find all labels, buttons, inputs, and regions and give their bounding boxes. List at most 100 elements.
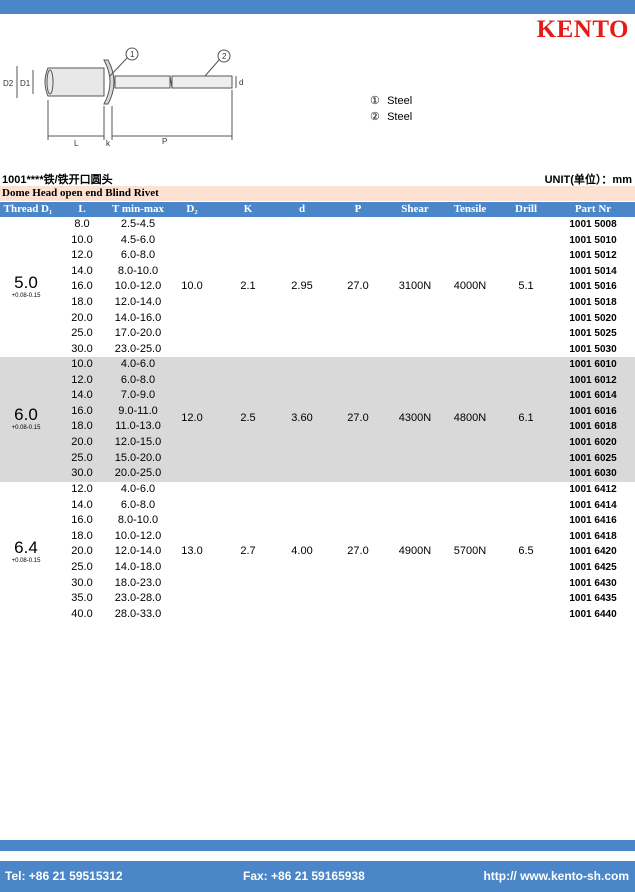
grip-range-cell: 11.0-13.0 (115, 420, 161, 433)
length-cell: 20.0 (71, 311, 93, 324)
grip-range-cell: 6.0-8.0 (120, 373, 156, 386)
grip-range-cell: 9.0-11.0 (118, 404, 158, 417)
length-cell: 20.0 (71, 545, 93, 558)
grip-range-cell: 12.0-14.0 (114, 545, 162, 558)
footer-fax: Fax: +86 21 59165938 (243, 869, 365, 883)
d-value: 4.00 (291, 545, 313, 558)
part-number-cell: 1001 5012 (569, 250, 617, 262)
part-number-cell: 1001 6420 (569, 546, 617, 558)
length-cell: 18.0 (71, 296, 93, 308)
table-row: 30.0 23.0-25.0 1001 5030 (0, 342, 635, 358)
kento-logo: KENTO (536, 16, 629, 43)
p-value: 27.0 (347, 545, 369, 558)
thread-tolerance: +0.08-0.15 (11, 425, 41, 432)
thread-diameter: 5.0 (14, 273, 38, 293)
length-cell: 16.0 (71, 404, 93, 417)
shear-value: 3100N (398, 280, 432, 293)
product-code-title: 1001****铁/铁开口圆头 (2, 174, 113, 186)
table-row: 12.0 6.0-8.0 1001 5012 (0, 248, 635, 264)
grip-range-cell: 6.0-8.0 (120, 498, 156, 511)
grip-range-cell: 4.0-6.0 (120, 483, 156, 495)
part-number-cell: 1001 5020 (569, 312, 617, 324)
header-tensile: Tensile (453, 203, 487, 215)
table-row: 8.0 2.5-4.5 1001 5008 (0, 217, 635, 233)
header-thread: Thread D₁ (3, 203, 53, 215)
length-cell: 12.0 (71, 249, 93, 262)
part-number-cell: 1001 6430 (569, 577, 617, 589)
material-legend: ① Steel ② Steel (370, 93, 412, 125)
thread-diameter: 6.4 (14, 538, 38, 558)
table-row: 30.0 18.0-23.0 1001 6430 (0, 576, 635, 592)
grip-range-cell: 23.0-28.0 (114, 592, 162, 605)
length-cell: 18.0 (71, 420, 93, 433)
rivet-group: 10.0 4.0-6.0 1001 6010 12.0 6.0-8.0 1001 6012… (0, 357, 635, 482)
table-row: 12.0 4.0-6.0 1001 6412 (0, 482, 635, 498)
drill-value: 5.1 (518, 280, 534, 293)
table-row: 20.0 12.0-15.0 1001 6020 (0, 435, 635, 451)
callout-2: 2 (222, 52, 227, 61)
thread-tolerance: +0.08-0.15 (11, 293, 41, 300)
part-number-cell: 1001 5014 (569, 265, 617, 277)
d-value: 2.95 (291, 280, 313, 293)
grip-range-cell: 18.0-23.0 (114, 576, 162, 589)
thread-tolerance: +0.08-0.15 (11, 558, 41, 565)
grip-range-cell: 10.0-12.0 (114, 529, 162, 542)
tensile-value: 4800N (453, 412, 487, 425)
part-number-cell: 1001 6010 (569, 359, 617, 370)
length-cell: 18.0 (71, 529, 93, 542)
grip-range-cell: 28.0-33.0 (114, 607, 162, 620)
table-row: 25.0 17.0-20.0 1001 5025 (0, 326, 635, 342)
table-row: 14.0 6.0-8.0 1001 6414 (0, 498, 635, 514)
length-cell: 10.0 (71, 233, 93, 246)
header-k: K (243, 203, 253, 215)
length-cell: 30.0 (71, 576, 93, 589)
title-row: 1001****铁/铁开口圆头 UNIT(单位）：mm (0, 170, 635, 186)
part-number-cell: 1001 5018 (569, 297, 617, 308)
grip-range-cell: 23.0-25.0 (114, 342, 162, 355)
table-row: 20.0 14.0-16.0 1001 5020 (0, 311, 635, 327)
part-number-cell: 1001 6416 (569, 515, 617, 527)
callout-1: 1 (130, 50, 135, 59)
shear-value: 4900N (398, 545, 432, 558)
table-row: 14.0 8.0-10.0 1001 5014 (0, 264, 635, 280)
drill-value: 6.5 (518, 545, 534, 558)
part-number-cell: 1001 5016 (569, 281, 617, 293)
label-p: P (162, 137, 167, 146)
top-bar (0, 0, 635, 14)
grip-range-cell: 14.0-16.0 (114, 311, 162, 324)
product-subtitle: Dome Head open end Blind Rivet (0, 186, 635, 201)
label-l: L (74, 139, 79, 148)
length-cell: 12.0 (71, 373, 93, 386)
length-cell: 14.0 (71, 498, 93, 511)
length-cell: 12.0 (71, 483, 93, 495)
header-d: d (298, 203, 306, 215)
drill-value: 6.1 (518, 412, 534, 425)
grip-range-cell: 6.0-8.0 (120, 249, 156, 262)
grip-range-cell: 20.0-25.0 (114, 467, 162, 480)
table-row: 18.0 12.0-14.0 1001 5018 (0, 295, 635, 311)
tensile-value: 5700N (453, 545, 487, 558)
length-cell: 30.0 (71, 342, 93, 355)
length-cell: 30.0 (71, 467, 93, 480)
part-number-cell: 1001 6012 (569, 374, 617, 386)
part-number-cell: 1001 5010 (569, 234, 617, 246)
grip-range-cell: 4.0-6.0 (120, 358, 156, 370)
footer-web[interactable]: http:// www.kento-sh.com (483, 869, 629, 883)
header-l: L (78, 203, 86, 215)
shear-value: 4300N (398, 412, 432, 425)
part-number-cell: 1001 6020 (569, 437, 617, 448)
header-part-nr: Part Nr (574, 203, 612, 215)
header-shear: Shear (401, 203, 429, 215)
part-number-cell: 1001 5030 (569, 343, 617, 355)
part-number-cell: 1001 5025 (569, 328, 617, 340)
table-header: Thread D₁ L T min-max D₂ K d P Shear Ten… (0, 202, 635, 217)
grip-range-cell: 8.0-10.0 (117, 264, 159, 277)
table-row: 25.0 15.0-20.0 1001 6025 (0, 451, 635, 467)
length-cell: 16.0 (71, 514, 93, 527)
part-number-cell: 1001 5008 (569, 219, 617, 230)
length-cell: 25.0 (71, 451, 93, 464)
table-row: 14.0 7.0-9.0 1001 6014 (0, 388, 635, 404)
grip-range-cell: 7.0-9.0 (120, 389, 156, 402)
part-number-cell: 1001 6030 (569, 468, 617, 480)
d2-value: 13.0 (181, 545, 203, 558)
